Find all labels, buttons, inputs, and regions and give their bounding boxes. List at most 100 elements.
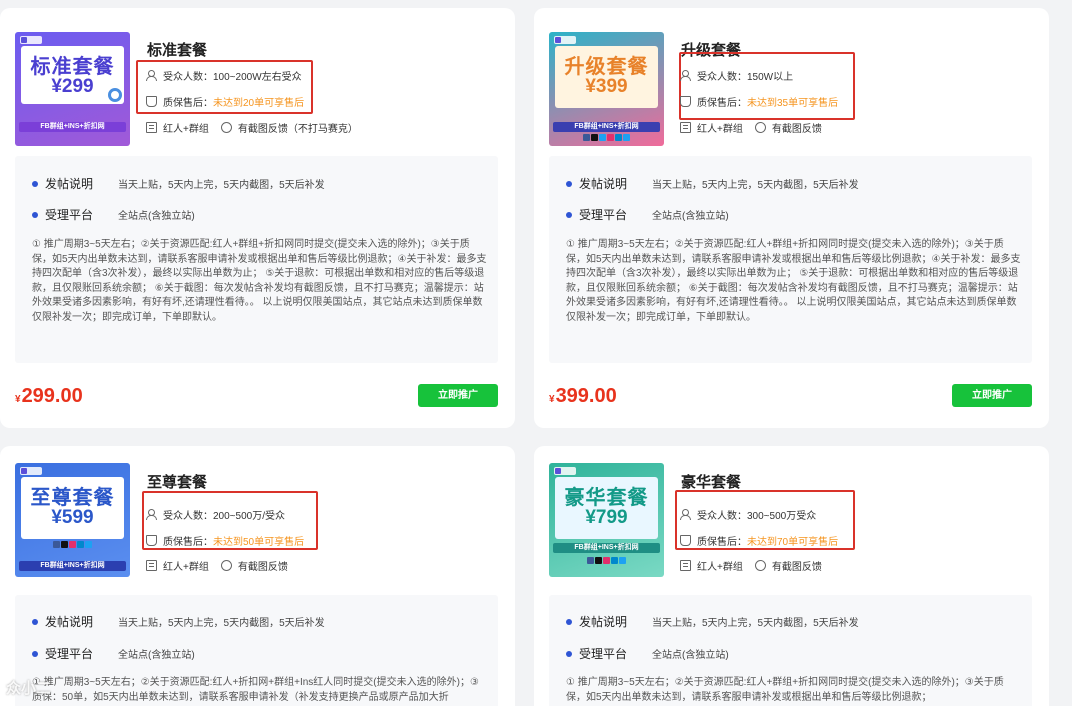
chat-icon bbox=[754, 122, 766, 133]
users-icon bbox=[680, 70, 691, 81]
package-card-upgrade: 升级套餐 ¥399 FB群组+INS+折扣网 升级套餐 受众人数： 150W以上… bbox=[534, 8, 1049, 428]
brand-logo-icon bbox=[20, 467, 42, 475]
warranty-row: 质保售后： 未达到35单可享售后 bbox=[680, 94, 838, 109]
description-text: ① 推广周期3~5天左右；②关于资源匹配:红人+群组+折扣网同时提交(提交未入选… bbox=[566, 239, 1021, 323]
audience-label: 受众人数： bbox=[697, 511, 747, 522]
resources-value: 红人+群组 bbox=[697, 562, 743, 573]
audience-row: 受众人数： 100~200W左右受众 bbox=[146, 68, 302, 83]
package-card-deluxe: 豪华套餐 ¥799 FB群组+INS+折扣网 豪华套餐 受众人数： 300~50… bbox=[534, 446, 1049, 706]
post-label: 发帖说明 bbox=[45, 615, 94, 629]
post-row: 发帖说明 当天上贴，5天内上完，5天内截图，5天后补发 bbox=[566, 613, 859, 630]
audience-value: 100~200W左右受众 bbox=[213, 72, 302, 83]
thumb-price: ¥599 bbox=[51, 507, 94, 528]
brand-logo-icon bbox=[554, 36, 576, 44]
warranty-row: 质保售后： 未达到50单可享售后 bbox=[146, 533, 304, 548]
list-icon bbox=[146, 560, 157, 571]
post-value: 当天上贴，5天内上完，5天内截图，5天后补发 bbox=[652, 618, 859, 629]
warranty-value: 未达到35单可享售后 bbox=[747, 98, 839, 109]
bullet-icon bbox=[32, 650, 38, 657]
package-thumbnail[interactable]: 至尊套餐 ¥599 FB群组+INS+折扣网 bbox=[15, 463, 130, 577]
scroll-edge bbox=[1072, 0, 1080, 706]
social-icons bbox=[549, 557, 664, 566]
bullet-icon bbox=[566, 618, 572, 625]
feedback-value: 有截图反馈（不打马赛克） bbox=[237, 124, 358, 135]
social-icons bbox=[15, 541, 130, 550]
warranty-label: 质保售后： bbox=[163, 537, 213, 548]
chat-icon bbox=[754, 560, 766, 571]
warranty-value: 未达到20单可享售后 bbox=[213, 98, 305, 109]
warranty-row: 质保售后： 未达到20单可享售后 bbox=[146, 94, 304, 109]
post-value: 当天上贴，5天内上完，5天内截图，5天后补发 bbox=[652, 180, 859, 191]
detail-panel: 发帖说明 当天上贴，5天内上完，5天内截图，5天后补发 受理平台 全站点(含独立… bbox=[15, 595, 498, 706]
users-icon bbox=[680, 509, 691, 520]
package-name: 豪华套餐 bbox=[681, 474, 742, 491]
promote-button[interactable]: 立即推广 bbox=[418, 384, 498, 407]
social-icons bbox=[549, 134, 664, 143]
audience-value: 300~500万受众 bbox=[747, 511, 817, 522]
package-card-standard: 标准套餐 ¥299 FB群组+INS+折扣网 标准套餐 受众人数： 100~20… bbox=[0, 8, 515, 428]
price: ¥399.00 bbox=[549, 385, 617, 408]
post-label: 发帖说明 bbox=[45, 177, 94, 191]
bullet-icon bbox=[32, 180, 38, 187]
resource-row: 红人+群组 有截图反馈 bbox=[680, 120, 822, 135]
thumb-title: 升级套餐 bbox=[564, 56, 649, 78]
chat-icon bbox=[220, 122, 232, 133]
thumb-title: 标准套餐 bbox=[30, 56, 115, 78]
post-value: 当天上贴，5天内上完，5天内截图，5天后补发 bbox=[118, 618, 325, 629]
post-row: 发帖说明 当天上贴，5天内上完，5天内截图，5天后补发 bbox=[566, 175, 859, 192]
feedback-value: 有截图反馈 bbox=[771, 562, 822, 573]
promote-button[interactable]: 立即推广 bbox=[952, 384, 1032, 407]
warranty-value: 未达到50单可享售后 bbox=[213, 537, 305, 548]
detail-panel: 发帖说明 当天上贴，5天内上完，5天内截图，5天后补发 受理平台 全站点(含独立… bbox=[549, 156, 1032, 363]
price-value: 399.00 bbox=[555, 385, 617, 407]
feedback-value: 有截图反馈 bbox=[771, 124, 822, 135]
currency-symbol: ¥ bbox=[15, 394, 21, 405]
warranty-label: 质保售后： bbox=[163, 98, 213, 109]
highlight-box bbox=[679, 52, 855, 120]
feedback-value: 有截图反馈 bbox=[237, 562, 288, 573]
detail-panel: 发帖说明 当天上贴，5天内上完，5天内截图，5天后补发 受理平台 全站点(含独立… bbox=[15, 156, 498, 363]
post-value: 当天上贴，5天内上完，5天内截图，5天后补发 bbox=[118, 180, 325, 191]
audience-label: 受众人数： bbox=[163, 511, 213, 522]
bullet-icon bbox=[566, 650, 572, 657]
thumb-band: FB群组+INS+折扣网 bbox=[19, 122, 126, 132]
package-thumbnail[interactable]: 标准套餐 ¥299 FB群组+INS+折扣网 bbox=[15, 32, 130, 146]
users-icon bbox=[146, 70, 157, 81]
audience-value: 150W以上 bbox=[747, 72, 794, 83]
target-icon bbox=[108, 88, 122, 102]
platform-label: 受理平台 bbox=[579, 208, 628, 222]
thumb-band: FB群组+INS+折扣网 bbox=[553, 122, 660, 132]
platform-value: 全站点(含独立站) bbox=[652, 650, 729, 661]
thumb-price: ¥799 bbox=[585, 507, 628, 528]
thumb-band: FB群组+INS+折扣网 bbox=[553, 543, 660, 553]
list-icon bbox=[680, 560, 691, 571]
bullet-icon bbox=[566, 180, 572, 187]
description-text: ① 推广周期3~5天左右；②关于资源匹配:红人+折扣网+群组+Ins红人同时提交… bbox=[32, 677, 479, 703]
platform-label: 受理平台 bbox=[579, 647, 628, 661]
audience-label: 受众人数： bbox=[163, 72, 213, 83]
platform-value: 全站点(含独立站) bbox=[118, 650, 195, 661]
audience-row: 受众人数： 300~500万受众 bbox=[680, 507, 816, 522]
list-icon bbox=[146, 122, 157, 133]
audience-row: 受众人数： 200~500万/受众 bbox=[146, 507, 285, 522]
warranty-label: 质保售后： bbox=[697, 537, 747, 548]
shield-icon bbox=[680, 96, 691, 107]
brand-logo-icon bbox=[20, 36, 42, 44]
shield-icon bbox=[146, 535, 157, 546]
warranty-label: 质保售后： bbox=[697, 98, 747, 109]
platform-row: 受理平台 全站点(含独立站) bbox=[566, 206, 729, 223]
resources-value: 红人+群组 bbox=[163, 124, 209, 135]
platform-value: 全站点(含独立站) bbox=[652, 211, 729, 222]
list-icon bbox=[680, 122, 691, 133]
description-text: ① 推广周期3~5天左右；②关于资源匹配:红人+群组+折扣网同时提交(提交未入选… bbox=[566, 677, 1004, 703]
resources-value: 红人+群组 bbox=[163, 562, 209, 573]
warranty-value: 未达到70单可享售后 bbox=[747, 537, 839, 548]
platform-label: 受理平台 bbox=[45, 208, 94, 222]
bullet-icon bbox=[566, 211, 572, 218]
audience-label: 受众人数： bbox=[697, 72, 747, 83]
package-thumbnail[interactable]: 升级套餐 ¥399 FB群组+INS+折扣网 bbox=[549, 32, 664, 146]
post-label: 发帖说明 bbox=[579, 615, 628, 629]
watermark: 众小二 bbox=[6, 680, 52, 697]
package-thumbnail[interactable]: 豪华套餐 ¥799 FB群组+INS+折扣网 bbox=[549, 463, 664, 577]
platform-row: 受理平台 全站点(含独立站) bbox=[32, 206, 195, 223]
